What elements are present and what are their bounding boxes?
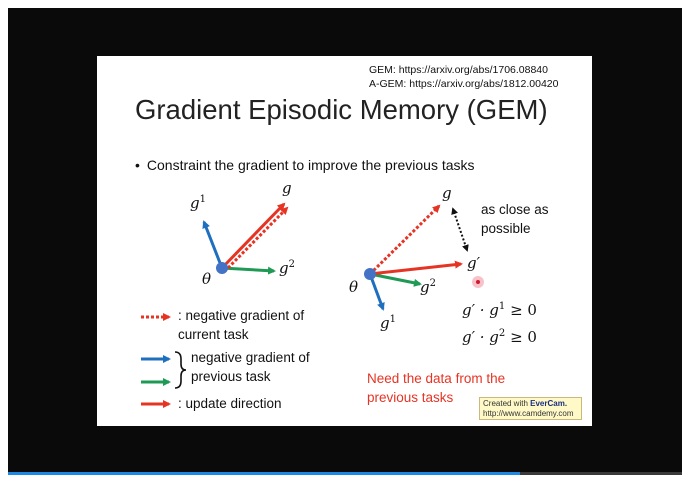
right-g1-label: g1 [380,314,396,332]
right-g-label: g [442,184,452,202]
right-g-prime-arrow [369,260,463,276]
evercam-watermark: Created with EverCam. http://www.camdemy… [479,397,582,420]
gradient-diagrams [141,202,469,408]
legend-dotted-text: : negative gradient of current task [178,308,305,342]
right-g2-arrow [369,272,422,287]
right-gradient-diagram [364,204,469,311]
right-theta-point [364,268,376,280]
left-g1-label: g1 [190,194,206,212]
as-close-as-possible-note: as close as possible [481,202,549,236]
pointer-highlight [472,276,484,288]
video-progress-fill [8,472,521,475]
left-g-label: g [282,179,292,197]
right-g-prime-label: g′ [467,254,481,272]
legend-previous-text: negative gradient of previous task [191,350,310,384]
right-theta-label: θ [349,278,359,296]
left-update-arrow [220,202,286,270]
legend-brace [174,351,187,389]
left-g2-label: g2 [279,259,295,277]
left-theta-label: θ [202,270,212,288]
lecture-slide: GEM: https://arxiv.org/abs/1706.08840 A-… [97,56,592,426]
as-close-as-possible-arrow [451,207,469,252]
constraint-g1: g′ · g1 ≥ 0 [462,301,537,319]
right-g2-label: g2 [420,278,436,296]
right-g-dotted-arrow [368,204,441,276]
left-g2-arrow [221,266,276,275]
left-g1-arrow [202,220,224,269]
left-gradient-diagram [202,202,289,275]
constraint-g2: g′ · g2 ≥ 0 [462,328,537,346]
legend-update-text: : update direction [178,396,282,411]
video-progress-bar[interactable] [8,472,682,475]
left-theta-point [216,262,228,274]
